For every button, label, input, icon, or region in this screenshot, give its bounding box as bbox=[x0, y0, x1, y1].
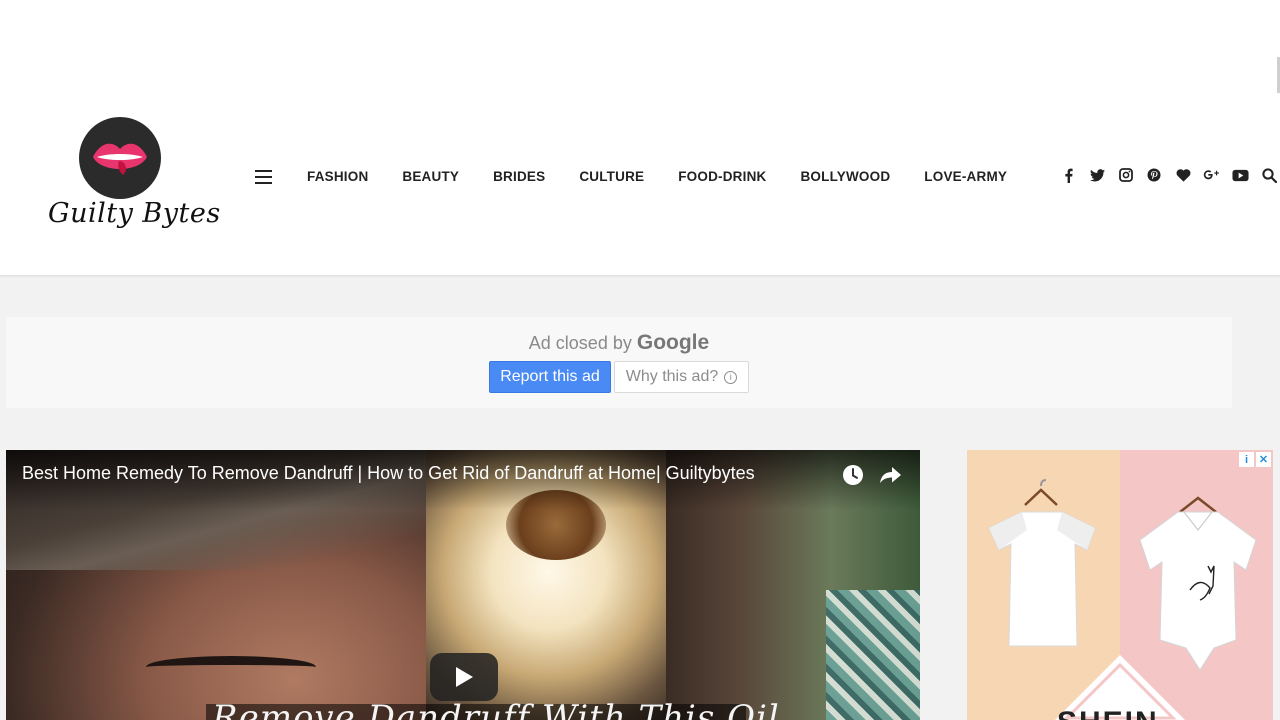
site-logo[interactable]: Guilty Bytes bbox=[48, 114, 221, 240]
twitter-icon[interactable] bbox=[1083, 164, 1112, 186]
video-player[interactable]: Best Home Remedy To Remove Dandruff | Ho… bbox=[6, 450, 920, 720]
search-icon[interactable] bbox=[1255, 164, 1280, 186]
heart-icon[interactable] bbox=[1169, 164, 1198, 186]
nav-item-culture[interactable]: CULTURE bbox=[562, 166, 661, 188]
social-links bbox=[1054, 164, 1280, 186]
sidebar-ad[interactable]: SHEIN i ✕ bbox=[967, 450, 1273, 720]
nav-item-food-drink[interactable]: FOOD-DRINK bbox=[661, 166, 783, 188]
video-title[interactable]: Best Home Remedy To Remove Dandruff | Ho… bbox=[22, 463, 755, 484]
site-header: Guilty Bytes FASHION BEAUTY BRIDES CULTU… bbox=[0, 0, 1280, 276]
ad-closed-text: Ad closed by bbox=[528, 333, 632, 353]
nav-item-bollywood[interactable]: BOLLYWOOD bbox=[783, 166, 907, 188]
nav-item-love-army[interactable]: LOVE-ARMY bbox=[907, 166, 1024, 188]
share-icon[interactable] bbox=[878, 464, 902, 486]
ad-close-icon[interactable]: ✕ bbox=[1256, 452, 1271, 467]
nav-item-brides[interactable]: BRIDES bbox=[476, 166, 562, 188]
video-caption-text: Remove Dandruff With This Oil bbox=[212, 698, 780, 720]
ad-brand-partial: SHEIN bbox=[1057, 706, 1159, 720]
nav-item-fashion[interactable]: FASHION bbox=[290, 166, 385, 188]
lips-icon bbox=[93, 143, 147, 175]
offshoulder-top-image bbox=[988, 479, 1096, 647]
google-brand: Google bbox=[636, 331, 710, 354]
logo-wordmark: Guilty Bytes bbox=[48, 198, 221, 229]
video-thumbnail-brow bbox=[146, 656, 316, 678]
why-this-ad-label: Why this ad? bbox=[625, 368, 719, 385]
adchoices-info-icon[interactable]: i bbox=[1239, 452, 1254, 467]
nav-item-beauty[interactable]: BEAUTY bbox=[385, 166, 476, 188]
info-icon: i bbox=[724, 370, 738, 384]
ad-choice-badges: i ✕ bbox=[1239, 452, 1271, 467]
why-this-ad-button[interactable]: Why this ad? i bbox=[614, 361, 749, 393]
instagram-icon[interactable] bbox=[1111, 164, 1140, 186]
play-icon bbox=[456, 667, 473, 687]
report-ad-button[interactable]: Report this ad bbox=[489, 361, 611, 393]
video-thumbnail-dress bbox=[826, 590, 920, 720]
logo-circle bbox=[79, 117, 161, 199]
watch-later-icon[interactable] bbox=[842, 464, 864, 486]
menu-icon[interactable] bbox=[255, 169, 273, 185]
play-button[interactable] bbox=[430, 653, 498, 701]
ad-closed-notice: Ad closed by Google bbox=[6, 331, 1232, 355]
closed-ad-box: Ad closed by Google Report this ad Why t… bbox=[6, 317, 1232, 408]
pinterest-icon[interactable] bbox=[1140, 164, 1169, 186]
facebook-icon[interactable] bbox=[1054, 164, 1083, 186]
cat-print-shirt-image bbox=[1139, 496, 1257, 671]
main-nav: FASHION BEAUTY BRIDES CULTURE FOOD-DRINK… bbox=[290, 166, 1024, 188]
google-plus-icon[interactable] bbox=[1197, 164, 1226, 186]
youtube-icon[interactable] bbox=[1226, 164, 1255, 186]
